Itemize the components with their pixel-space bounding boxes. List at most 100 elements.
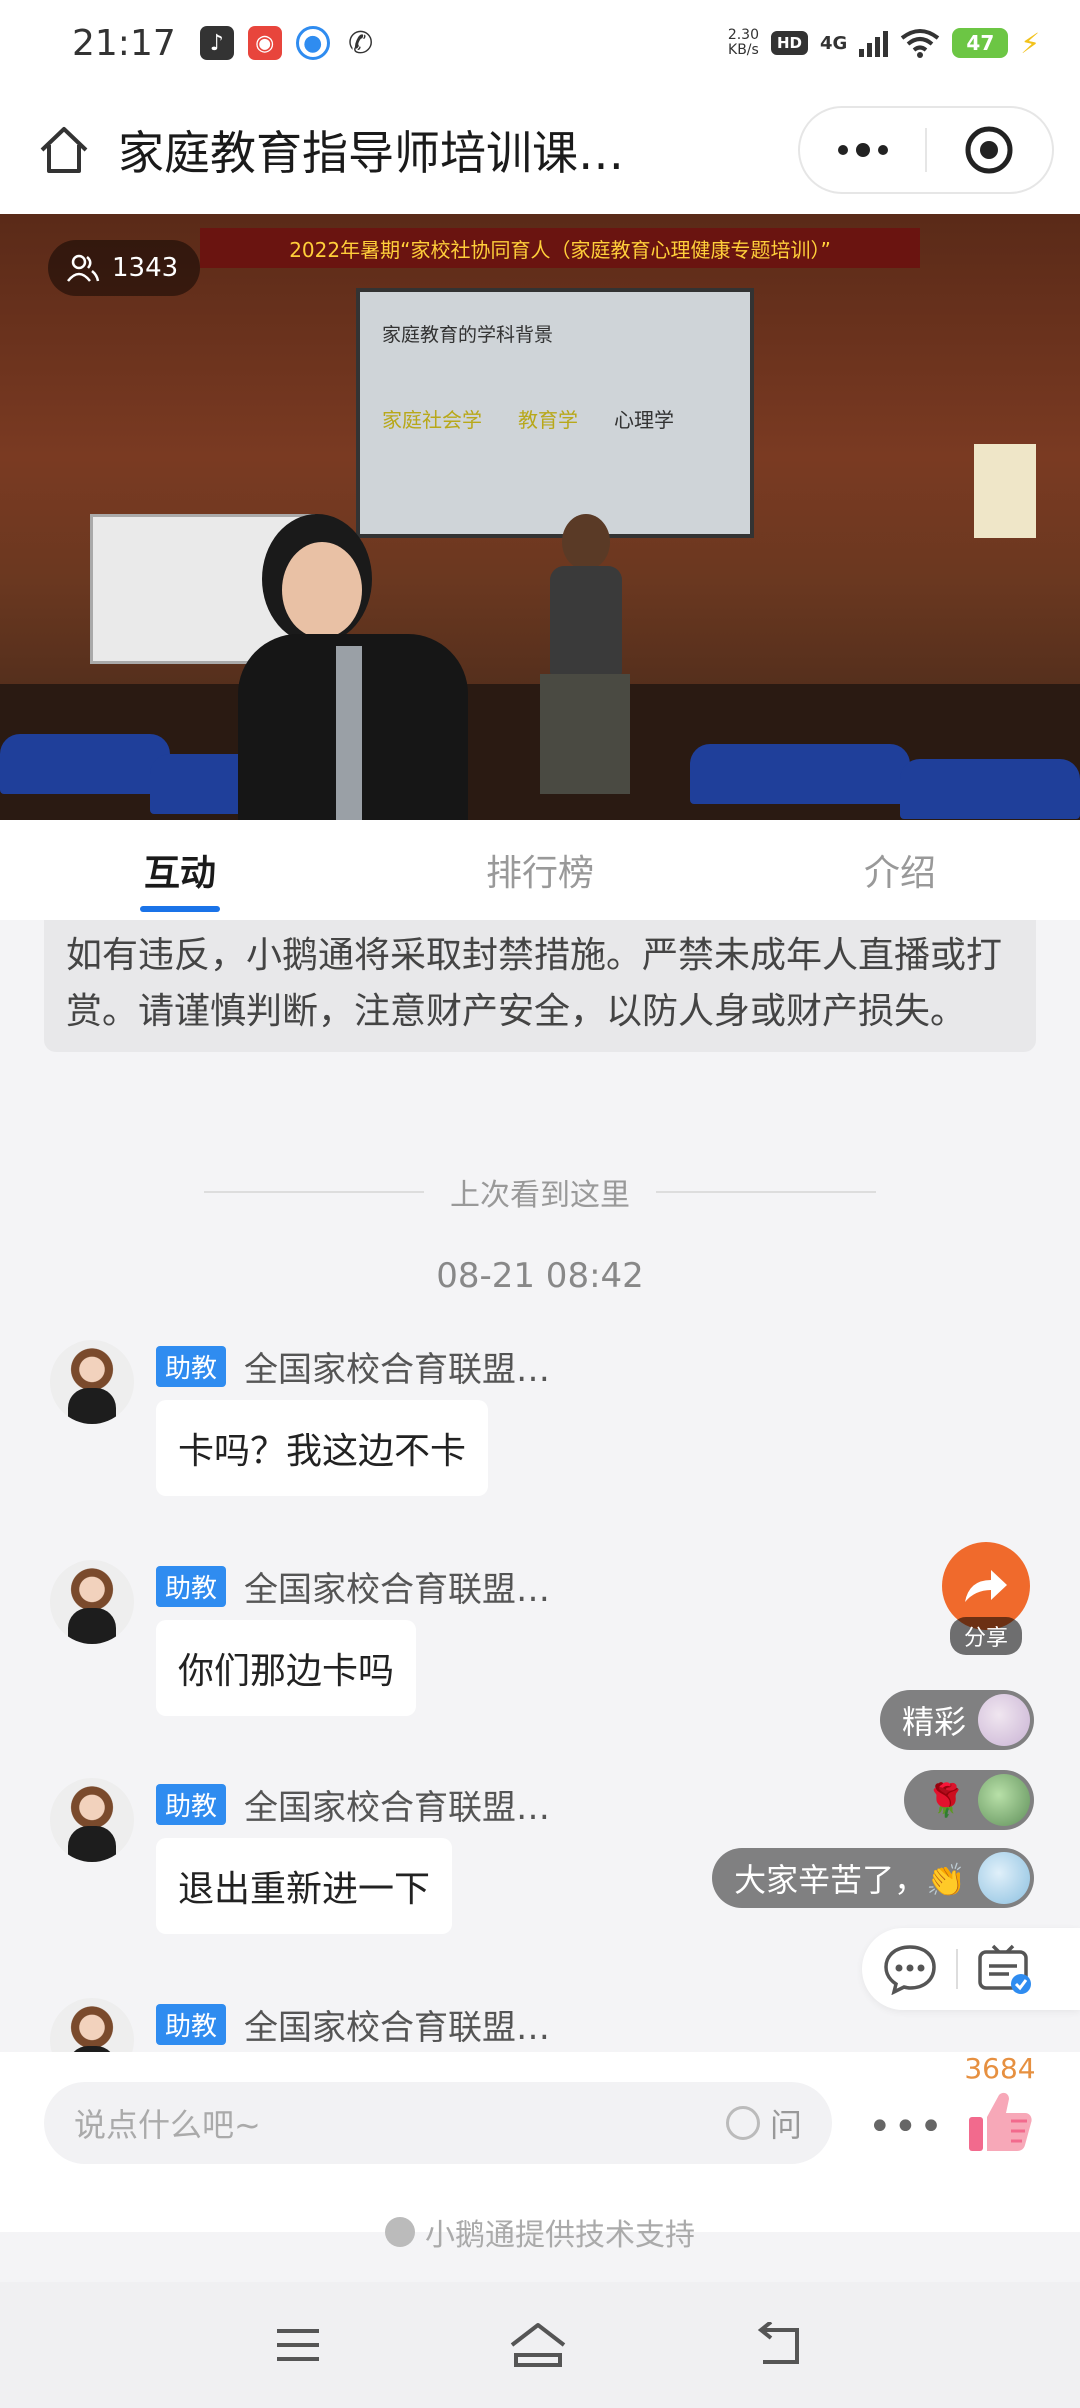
message-bubble[interactable]: 卡吗？我这边不卡: [156, 1400, 489, 1496]
system-nav-bar: [0, 2282, 1080, 2408]
more-options-button[interactable]: •••: [868, 2104, 945, 2150]
system-notice: 系统提示：直播内容及互动评论严禁传播违法或不良信息，如有违反，小鹅通将采取封禁措…: [44, 920, 1036, 1052]
like-count: 3684: [964, 2052, 1036, 2085]
notification-icons: ♪ ◉ ● ✆: [199, 26, 378, 61]
share-label: 分享: [949, 1617, 1022, 1655]
net-speed: 2.30 KB/s: [728, 28, 759, 58]
reaction-text: 精彩: [901, 1703, 966, 1741]
tab-introduction[interactable]: 介绍: [720, 820, 1080, 920]
ask-radio-icon: [725, 2106, 760, 2140]
wall-poster: [974, 444, 1036, 538]
status-time: 21:17: [72, 22, 176, 64]
thumbs-up-icon: [969, 2092, 1032, 2151]
system-notice-text: 系统提示：直播内容及互动评论严禁传播违法或不良信息，如有违反，小鹅通将采取封禁措…: [66, 935, 1003, 1032]
sender-name: 全国家校合育联盟…: [244, 2008, 550, 2048]
viewer-count-value: 1343: [112, 253, 179, 283]
video-banner: 2022年暑期“家校社协同育人（家庭教育心理健康专题培训）”: [200, 228, 920, 268]
message-bubble[interactable]: 你们那边卡吗: [156, 1620, 417, 1716]
reaction-bubble: 精彩: [879, 1690, 1034, 1750]
header: 家庭教育指导师培训课…: [0, 86, 1080, 214]
divider-line: [204, 1191, 424, 1193]
role-badge: 助教: [156, 1784, 227, 1825]
comment-input[interactable]: 说点什么吧~ 问: [44, 2082, 832, 2164]
wifi-icon: [901, 29, 940, 58]
share-button[interactable]: 分享: [938, 1542, 1034, 1655]
missed-call-icon: ✆: [343, 26, 378, 61]
input-bar: 说点什么吧~ 问 ••• 3684: [0, 2052, 1080, 2232]
speaker-legs: [540, 674, 630, 794]
reaction-avatar: [978, 1774, 1030, 1826]
audience-seat: [0, 734, 170, 794]
last-seen-divider: 上次看到这里: [0, 1170, 1080, 1214]
like-button[interactable]: 3684: [960, 2052, 1040, 2159]
target-close-icon: [965, 126, 1013, 174]
menu-icon[interactable]: [273, 2325, 323, 2365]
avatar[interactable]: [50, 1560, 134, 1644]
woman-face: [282, 542, 362, 638]
screen-term: 心理学: [614, 408, 674, 432]
woman-scarf: [336, 646, 362, 820]
reaction-bubble: 大家辛苦了，👏: [712, 1848, 1034, 1908]
side-tools: [862, 1928, 1080, 2010]
projector-screen: 家庭教育的学科背景 家庭社会学 教育学 心理学: [356, 288, 754, 538]
reaction-avatar: [978, 1852, 1030, 1904]
tab-bar: 互动 排行榜 介绍: [0, 820, 1080, 920]
signal-icon: [859, 29, 889, 57]
xiaoetong-logo-icon: [385, 2217, 415, 2247]
browser-app-icon: ●: [295, 26, 330, 60]
ask-label: 问: [769, 2106, 802, 2144]
tab-interaction[interactable]: 互动: [0, 820, 360, 920]
more-button[interactable]: [800, 108, 925, 192]
red-app-icon: ◉: [247, 26, 282, 60]
back-icon[interactable]: [753, 2322, 807, 2368]
home-button[interactable]: [32, 118, 96, 182]
tools-divider: [956, 1949, 958, 1989]
role-badge: 助教: [156, 2004, 227, 2045]
ask-toggle[interactable]: 问: [725, 2100, 802, 2146]
reaction-avatar: [978, 1694, 1030, 1746]
viewer-count: 1343: [48, 240, 201, 296]
miniapp-capsule: [798, 106, 1054, 194]
reaction-bubble: 🌹: [904, 1770, 1034, 1830]
comment-icon[interactable]: [882, 1943, 938, 1995]
status-right: 2.30 KB/s HD 4G 47 ⚡: [728, 27, 1040, 60]
tech-support-text: 小鹅通提供技术支持: [425, 2218, 695, 2253]
viewers-icon: [67, 254, 100, 282]
message-timestamp: 08-21 08:42: [436, 1256, 644, 1296]
page-title: 家庭教育指导师培训课…: [118, 126, 624, 180]
sender-name: 全国家校合育联盟…: [244, 1570, 550, 1610]
close-button[interactable]: [927, 108, 1052, 192]
net-speed-value: 2.30: [727, 27, 759, 43]
speaker-body: [550, 566, 622, 676]
sender-name: 全国家校合育联盟…: [244, 1350, 550, 1390]
avatar[interactable]: [50, 1998, 134, 2052]
screen-term: 教育学: [518, 408, 578, 432]
last-seen-label: 上次看到这里: [450, 1178, 630, 1213]
message-bubble[interactable]: 退出重新进一下: [156, 1838, 453, 1934]
nav-home-icon[interactable]: [508, 2321, 568, 2369]
sender-name: 全国家校合育联盟…: [244, 1788, 550, 1828]
network-type: 4G: [820, 32, 848, 54]
audience-seat: [690, 744, 910, 804]
role-badge: 助教: [156, 1566, 227, 1607]
reaction-text: 大家辛苦了，👏: [734, 1861, 966, 1899]
live-schedule-icon[interactable]: [976, 1942, 1034, 1996]
avatar[interactable]: [50, 1340, 134, 1424]
screen-title: 家庭教育的学科背景: [382, 324, 554, 346]
role-badge: 助教: [156, 1346, 227, 1387]
home-icon: [40, 127, 88, 173]
audience-seat: [900, 759, 1080, 819]
charging-icon: ⚡: [1020, 26, 1040, 60]
hd-icon: HD: [771, 31, 809, 55]
music-app-icon: ♪: [199, 26, 234, 60]
more-dots-icon: [837, 143, 888, 157]
screen-term: 家庭社会学: [382, 408, 482, 432]
live-video[interactable]: 2022年暑期“家校社协同育人（家庭教育心理健康专题培训）” 家庭教育的学科背景…: [0, 214, 1080, 820]
comment-placeholder: 说点什么吧~: [74, 2106, 261, 2144]
reaction-text: 🌹: [926, 1781, 966, 1819]
status-bar: 21:17 ♪ ◉ ● ✆ 2.30 KB/s HD 4G 47 ⚡: [0, 0, 1080, 86]
screen-terms: 家庭社会学 教育学 心理学: [382, 404, 674, 433]
battery-icon: 47: [952, 28, 1009, 58]
avatar[interactable]: [50, 1778, 134, 1862]
tab-ranking[interactable]: 排行榜: [360, 820, 720, 920]
